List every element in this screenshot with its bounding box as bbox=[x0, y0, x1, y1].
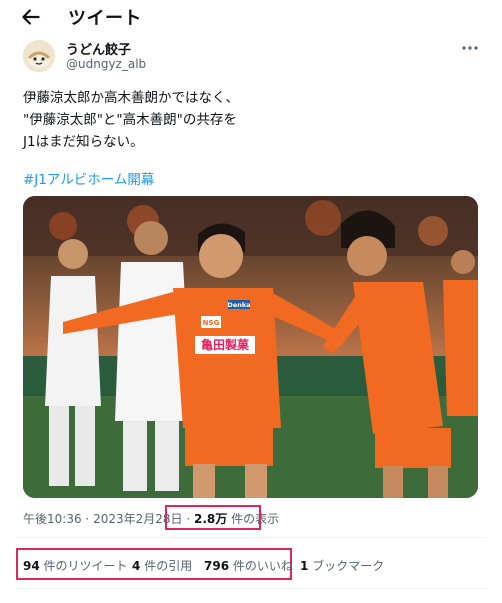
tweet-text: 伊藤涼太郎か高木善朗かではなく、 "伊藤涼太郎"と"高木善朗"の共存を J1はま… bbox=[23, 87, 463, 153]
quotes-stat[interactable]: 4 件の引用 bbox=[132, 557, 192, 574]
page-title: ツイート bbox=[68, 8, 142, 29]
tweet-line: "伊藤涼太郎"と"高木善朗"の共存を bbox=[23, 112, 237, 128]
quotes-label: 件の引用 bbox=[144, 559, 193, 573]
bookmarks-count: 1 bbox=[300, 559, 309, 573]
tweet-time[interactable]: 午後10:36 bbox=[23, 512, 82, 526]
hashtag-link[interactable]: #J1アルビホーム開幕 bbox=[23, 168, 154, 188]
tweet-line: J1はまだ知らない。 bbox=[23, 134, 144, 150]
retweets-stat[interactable]: 94 件のリツイート bbox=[23, 557, 128, 574]
top-bar: ツイート bbox=[0, 0, 502, 34]
back-arrow-icon[interactable] bbox=[18, 4, 44, 30]
meta-separator: · bbox=[85, 512, 90, 526]
divider bbox=[16, 537, 486, 538]
author-name[interactable]: うどん餃子 bbox=[66, 39, 131, 58]
bookmarks-stat[interactable]: 1 ブックマーク bbox=[300, 557, 384, 574]
likes-label: 件のいいね bbox=[232, 559, 293, 573]
divider bbox=[16, 588, 486, 589]
likes-count: 796 bbox=[204, 559, 230, 573]
views-highlight-box bbox=[165, 505, 261, 530]
more-options-icon[interactable] bbox=[460, 44, 480, 52]
tweet-line: 伊藤涼太郎か高木善朗かではなく、 bbox=[23, 90, 239, 106]
chest-sponsor-text: 亀田製菓 bbox=[201, 337, 250, 352]
tweet-photo[interactable]: 亀田製菓 NSG Denka bbox=[23, 196, 478, 498]
sleeve-sponsor-text: NSG bbox=[203, 319, 220, 327]
retweets-count: 94 bbox=[23, 559, 40, 573]
author-handle[interactable]: @udngyz_alb bbox=[66, 57, 146, 71]
retweets-label: 件のリツイート bbox=[43, 559, 128, 573]
likes-stat[interactable]: 796 件のいいね bbox=[204, 557, 293, 574]
shoulder-sponsor-text: Denka bbox=[227, 301, 250, 309]
avatar[interactable] bbox=[23, 40, 55, 72]
quotes-count: 4 bbox=[132, 559, 141, 573]
bookmarks-label: ブックマーク bbox=[312, 559, 385, 573]
